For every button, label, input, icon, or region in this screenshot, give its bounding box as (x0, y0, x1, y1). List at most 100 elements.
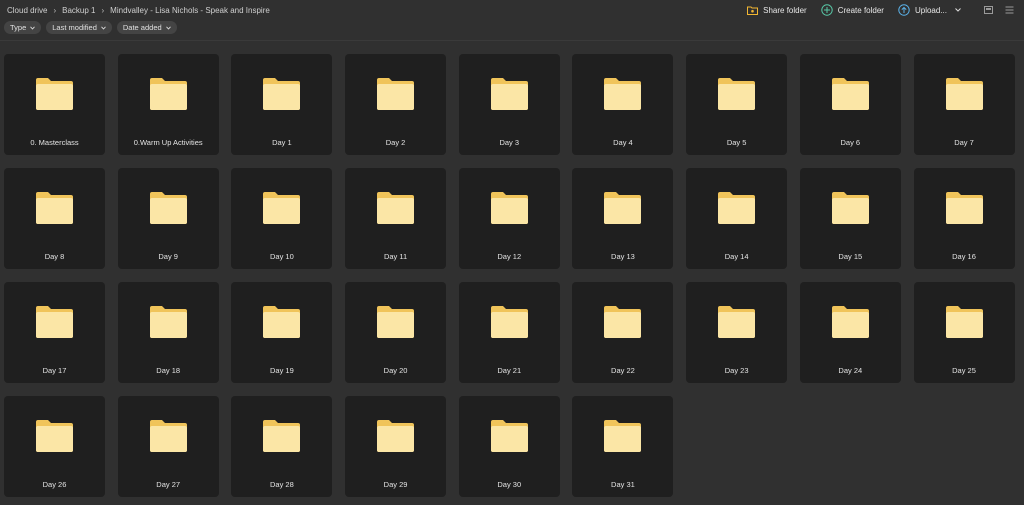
grid-view-icon[interactable] (984, 6, 993, 14)
folder-icon (377, 78, 415, 110)
chevron-right-icon: › (101, 5, 105, 15)
chevron-down-icon (30, 25, 36, 30)
folder-name: Day 21 (497, 366, 522, 375)
folder-name: Day 10 (269, 252, 294, 261)
folder-icon (263, 192, 301, 224)
folder-tile[interactable]: Day 30 (458, 396, 560, 497)
share-folder-icon (747, 6, 759, 15)
filter-type[interactable]: Type (4, 21, 42, 34)
filter-date-added[interactable]: Date added (116, 21, 177, 34)
folder-name: Day 25 (952, 366, 976, 375)
chevron-down-icon (101, 25, 106, 30)
folder-icon (263, 420, 301, 452)
folder-tile[interactable]: Day 2 (345, 54, 447, 155)
folder-name: Day 3 (499, 138, 520, 147)
create-folder-icon (821, 4, 833, 16)
folder-tile[interactable]: Day 8 (4, 168, 105, 269)
create-folder-label: Create folder (837, 5, 884, 15)
chevron-down-icon (165, 25, 171, 30)
folder-name: Day 9 (158, 252, 178, 261)
folder-grid: 0. Masterclass 0.Warm Up Activities Day 1 D… (4, 54, 1015, 497)
folder-name: Day 23 (724, 366, 749, 375)
folder-tile[interactable]: Day 19 (231, 282, 333, 383)
folder-icon (604, 78, 642, 110)
folder-tile[interactable]: Day 12 (458, 168, 560, 269)
share-folder-button[interactable]: Share folder (747, 5, 807, 15)
folder-tile[interactable]: Day 11 (345, 168, 447, 269)
folder-name: Day 17 (42, 366, 67, 375)
filter-last-modified-label: Last modified (52, 23, 97, 32)
folder-tile[interactable]: Day 13 (572, 168, 674, 269)
folder-name: Day 16 (952, 252, 976, 261)
toolbar-actions: Share folder Create folder Upload... (733, 4, 1024, 16)
folder-tile[interactable]: Day 25 (913, 282, 1015, 383)
folder-tile[interactable]: Day 3 (458, 54, 560, 155)
folder-tile[interactable]: Day 26 (4, 396, 105, 497)
folder-name: Day 19 (269, 366, 294, 375)
folder-tile[interactable]: Day 16 (913, 168, 1015, 269)
folder-tile[interactable]: Day 28 (231, 396, 333, 497)
folder-tile[interactable]: Day 6 (799, 54, 901, 155)
chevron-down-icon[interactable] (955, 8, 961, 12)
folder-tile[interactable]: 0.Warm Up Activities (117, 54, 219, 155)
folder-icon (149, 306, 187, 338)
upload-button[interactable]: Upload... (898, 4, 966, 16)
folder-name: Day 14 (724, 252, 749, 261)
folder-icon (149, 420, 187, 452)
folder-name: Day 2 (385, 138, 406, 147)
folder-icon (377, 192, 415, 224)
folder-icon (36, 78, 73, 110)
folder-icon (945, 78, 983, 110)
folder-icon (718, 192, 756, 224)
create-folder-button[interactable]: Create folder (821, 4, 884, 16)
folder-icon (149, 78, 187, 110)
folder-tile[interactable]: Day 1 (231, 54, 333, 155)
folder-icon (377, 306, 415, 338)
folder-icon (945, 306, 983, 338)
folder-tile[interactable]: Day 5 (686, 54, 788, 155)
folder-tile[interactable]: Day 4 (572, 54, 674, 155)
folder-name: Day 8 (44, 252, 65, 261)
folder-icon (490, 192, 528, 224)
folder-icon (36, 192, 73, 224)
folder-icon (36, 420, 73, 452)
folder-name: Day 11 (383, 252, 408, 261)
folder-tile[interactable]: Day 9 (117, 168, 219, 269)
folder-icon (490, 306, 528, 338)
folder-tile[interactable]: Day 17 (4, 282, 105, 383)
folder-tile[interactable]: Day 21 (458, 282, 560, 383)
folder-tile[interactable]: Day 27 (117, 396, 219, 497)
folder-tile[interactable]: Day 31 (572, 396, 674, 497)
folder-tile[interactable]: Day 22 (572, 282, 674, 383)
folder-name: Day 12 (497, 252, 522, 261)
folder-tile[interactable]: Day 14 (686, 168, 788, 269)
breadcrumb-backup-1[interactable]: Backup 1 (62, 6, 95, 15)
list-view-icon[interactable] (1005, 6, 1014, 14)
folder-icon (490, 78, 528, 110)
folder-tile[interactable]: Day 20 (345, 282, 447, 383)
folder-icon (718, 78, 756, 110)
folder-tile[interactable]: Day 7 (913, 54, 1015, 155)
upload-label: Upload... (914, 5, 947, 15)
filter-date-added-label: Date added (122, 23, 162, 32)
breadcrumb-current-folder[interactable]: Mindvalley - Lisa Nichols - Speak and In… (110, 6, 270, 15)
folder-name: Day 30 (497, 480, 522, 489)
folder-tile[interactable]: Day 18 (117, 282, 219, 383)
folder-name: Day 24 (838, 366, 863, 375)
folder-icon (945, 192, 983, 224)
filter-last-modified[interactable]: Last modified (46, 21, 112, 34)
folder-tile[interactable]: Day 29 (345, 396, 447, 497)
breadcrumb: Cloud drive › Backup 1 › Mindvalley - Li… (0, 6, 270, 15)
folder-tile[interactable]: Day 24 (799, 282, 901, 383)
folder-tile[interactable]: Day 15 (799, 168, 901, 269)
folder-icon (604, 192, 642, 224)
top-bar: Cloud drive › Backup 1 › Mindvalley - Li… (0, 0, 1024, 20)
breadcrumb-cloud-drive[interactable]: Cloud drive (7, 6, 47, 15)
folder-tile[interactable]: Day 10 (231, 168, 333, 269)
folder-name: Day 29 (383, 480, 408, 489)
folder-icon (831, 192, 869, 224)
folder-name: Day 31 (611, 480, 635, 489)
folder-tile[interactable]: Day 23 (686, 282, 788, 383)
folder-tile[interactable]: 0. Masterclass (4, 54, 105, 155)
folder-icon (377, 420, 415, 452)
